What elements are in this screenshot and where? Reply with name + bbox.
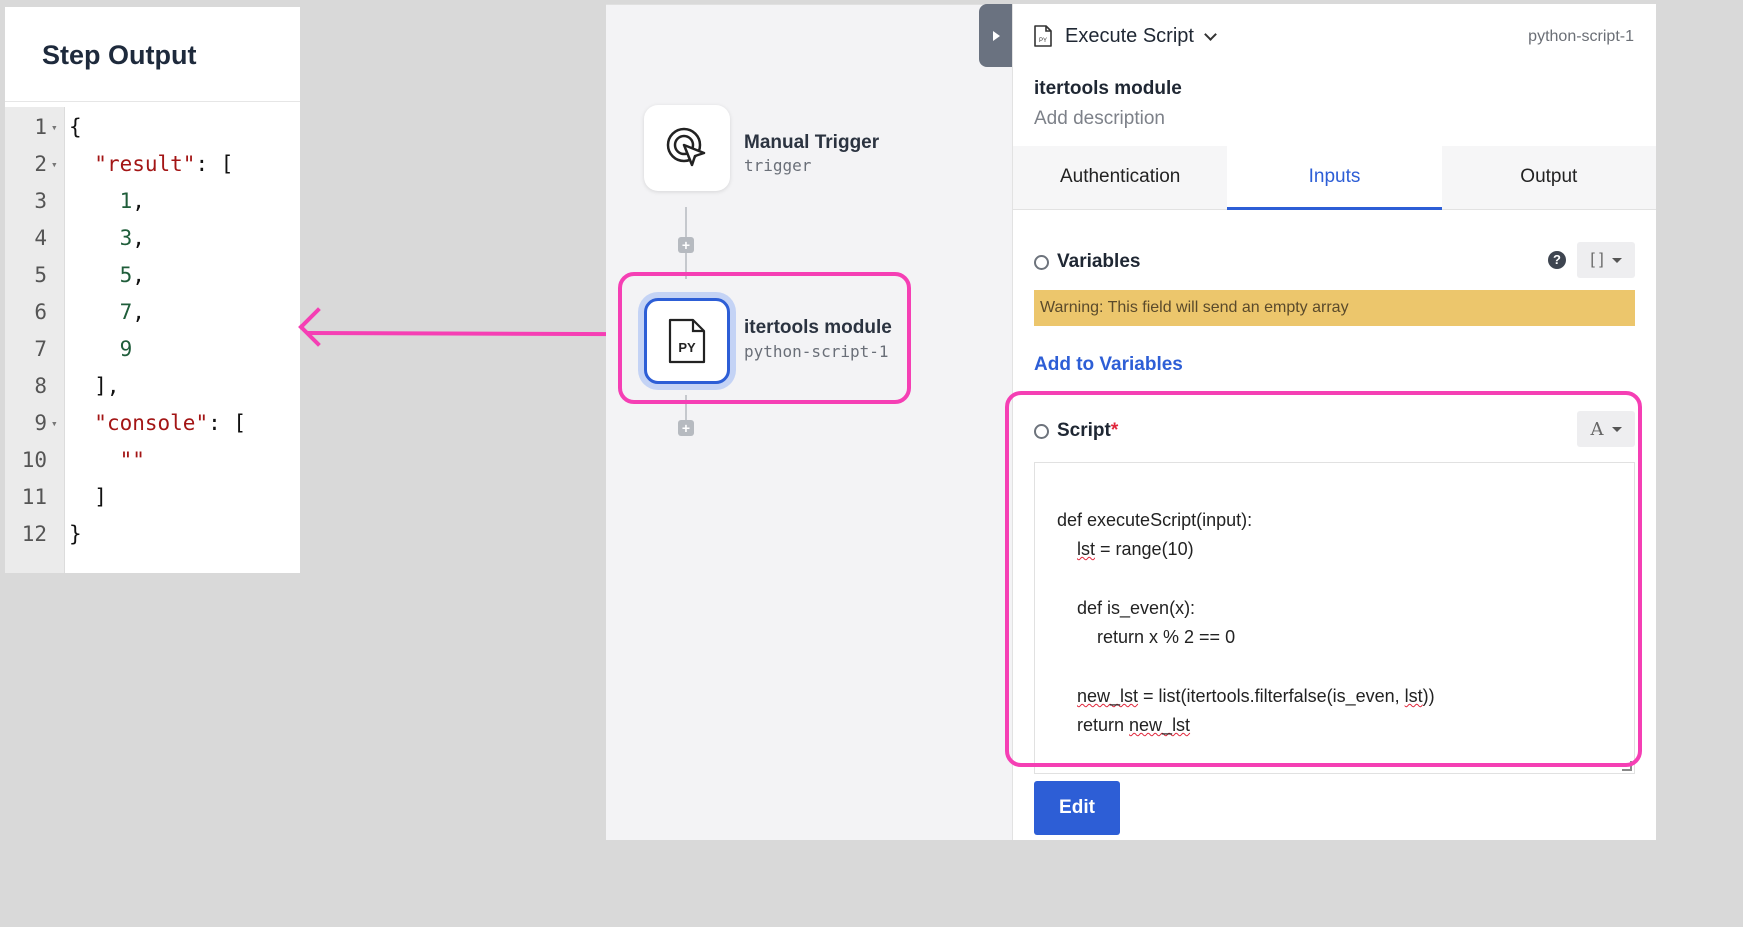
- code-text: 7,: [119, 300, 145, 324]
- python-file-icon: PY: [1034, 25, 1052, 47]
- line-number: 1: [34, 115, 47, 139]
- line-number: 10: [21, 448, 47, 472]
- description-field[interactable]: Add description: [1034, 108, 1165, 130]
- code-text: "result": [: [94, 152, 234, 176]
- code-text: {: [69, 115, 82, 139]
- add-to-variables-link[interactable]: Add to Variables: [1034, 354, 1183, 376]
- node-id-label: python-script-1: [1528, 28, 1634, 45]
- code-line: 6 7,: [5, 294, 295, 331]
- line-number: 4: [34, 226, 47, 250]
- fold-toggle-icon[interactable]: ▾: [51, 405, 58, 442]
- code-line: 1 ▾ {: [5, 109, 295, 146]
- fold-toggle-icon[interactable]: ▾: [51, 109, 58, 146]
- help-icon[interactable]: ?: [1548, 251, 1566, 269]
- variables-type-dropdown[interactable]: [ ]: [1577, 242, 1635, 278]
- trigger-node-title: Manual Trigger: [744, 132, 880, 153]
- code-text: 5,: [119, 263, 145, 287]
- tab-output[interactable]: Output: [1442, 146, 1656, 209]
- code-text: 9: [119, 337, 133, 361]
- empty-array-warning: Warning: This field will send an empty a…: [1034, 290, 1635, 326]
- svg-text:PY: PY: [1039, 38, 1047, 44]
- code-line: 12}: [5, 516, 295, 553]
- cursor-click-icon: [666, 127, 706, 167]
- code-line: 10 "": [5, 442, 295, 479]
- annotation-arrow: [307, 331, 620, 337]
- array-type-icon: [ ]: [1590, 251, 1604, 268]
- panel-collapse-button[interactable]: [979, 4, 1013, 67]
- code-line: 2 ▾ "result": [: [5, 146, 295, 183]
- variables-field: Variables: [1034, 251, 1140, 273]
- code-text: 3,: [119, 226, 145, 250]
- step-output-panel: Step Output 1 ▾{2 ▾ "result": [3 1, 4 3, 5 5…: [5, 7, 300, 573]
- code-text: "": [119, 448, 145, 472]
- panel-title: Execute Script: [1065, 24, 1194, 47]
- script-highlight-annotation: [1005, 391, 1642, 767]
- fold-toggle-icon[interactable]: ▾: [51, 146, 58, 183]
- code-text: ],: [69, 374, 120, 398]
- variables-label: Variables: [1057, 251, 1141, 272]
- manual-trigger-node[interactable]: [644, 105, 730, 191]
- code-text: 1,: [119, 189, 145, 213]
- trigger-node-subtitle: trigger: [744, 156, 812, 175]
- panel-tabs: Authentication Inputs Output: [1013, 146, 1656, 210]
- line-number: 5: [34, 263, 47, 287]
- code-line: 5 5,: [5, 257, 295, 294]
- edit-button[interactable]: Edit: [1034, 781, 1120, 835]
- tab-inputs[interactable]: Inputs: [1227, 146, 1442, 210]
- annotation-arrow-head: [298, 307, 338, 347]
- line-number: 2: [34, 152, 47, 176]
- step-output-title: Step Output: [5, 7, 300, 102]
- line-number: 8: [34, 374, 47, 398]
- code-line: 7 9: [5, 331, 295, 368]
- line-number: 12: [21, 522, 47, 546]
- code-line: 11 ]: [5, 479, 295, 516]
- add-step-button[interactable]: +: [678, 420, 694, 436]
- line-number: 6: [34, 300, 47, 324]
- code-line: 8 ],: [5, 368, 295, 405]
- code-line: 9 ▾ "console": [: [5, 405, 295, 442]
- code-text: }: [69, 522, 82, 546]
- tab-authentication[interactable]: Authentication: [1013, 146, 1227, 209]
- variables-radio[interactable]: [1034, 254, 1049, 270]
- line-number: 9: [34, 411, 47, 435]
- line-number: 7: [34, 337, 47, 361]
- json-viewer: 1 ▾{2 ▾ "result": [3 1, 4 3, 5 5, 6 7, 7 98 ],…: [5, 107, 300, 573]
- node-config-panel: PY Execute Script python-script-1 iterto…: [1005, 4, 1656, 840]
- code-text: ]: [69, 485, 107, 509]
- line-number: 3: [34, 189, 47, 213]
- step-name[interactable]: itertools module: [1034, 78, 1182, 100]
- add-step-button[interactable]: +: [678, 237, 694, 253]
- node-highlight-annotation: [618, 272, 911, 404]
- code-text: "console": [: [94, 411, 247, 435]
- chevron-down-icon[interactable]: [1204, 27, 1217, 41]
- line-number: 11: [21, 485, 47, 509]
- code-line: 4 3,: [5, 220, 295, 257]
- code-line: 3 1,: [5, 183, 295, 220]
- caret-down-icon: [1611, 257, 1622, 263]
- panel-title-row[interactable]: PY Execute Script: [1033, 24, 1217, 48]
